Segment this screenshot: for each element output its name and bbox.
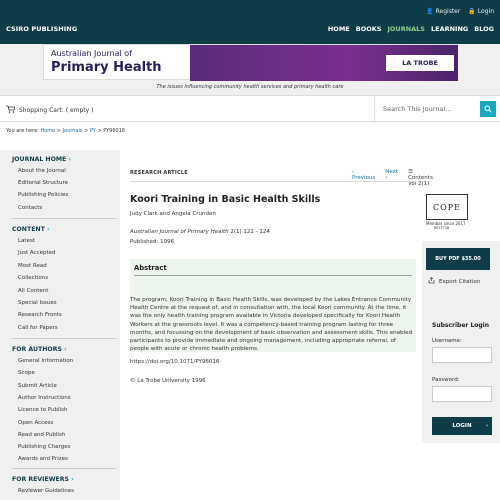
- breadcrumb-journals[interactable]: Journals: [63, 128, 83, 134]
- divider: [130, 181, 416, 182]
- main-nav: HOME BOOKS JOURNALS LEARNING BLOG: [328, 25, 494, 33]
- abstract-divider: [134, 275, 412, 276]
- register-link[interactable]: 👤 Register: [426, 8, 460, 15]
- nav-books[interactable]: BOOKS: [356, 25, 382, 33]
- lock-icon: 🔒: [468, 8, 476, 15]
- latrobe-logo: LA TROBE: [386, 55, 454, 71]
- sidebar-item-reviewer-guidelines[interactable]: Reviewer Guidelines: [18, 488, 74, 494]
- breadcrumb: You are here: Home > Journals > PY > PY9…: [6, 128, 126, 134]
- shopping-cart[interactable]: Shopping Cart: ( empty ): [6, 105, 93, 115]
- sidebar-section-for-authors[interactable]: FOR AUTHORS ›: [0, 346, 67, 353]
- sidebar-item-author-instructions[interactable]: Author Instructions: [18, 395, 71, 401]
- export-citation-link[interactable]: Export Citation: [428, 276, 480, 286]
- sidebar-item-general-information[interactable]: General Information: [18, 358, 73, 364]
- journal-tagline: The issues influencing community health …: [156, 84, 344, 90]
- abstract-text: The program, Koori Training in Basic Hea…: [130, 297, 413, 353]
- banner-area: Australian Journal of Primary Health LA …: [0, 44, 500, 95]
- sidebar-divider: [12, 218, 116, 219]
- login-button[interactable]: LOGIN ›: [432, 417, 492, 435]
- username-label: Username:: [432, 338, 462, 344]
- sidebar-item-collections[interactable]: Collections: [18, 275, 48, 281]
- copyright: © La Trobe University 1996: [130, 378, 206, 384]
- cope-badge[interactable]: COPE Member since 2017 JM13738: [426, 194, 468, 234]
- article-type-label: RESEARCH ARTICLE: [130, 170, 188, 176]
- sidebar-item-licence[interactable]: Licence to Publish: [18, 407, 68, 413]
- user-plus-icon: 👤: [426, 8, 434, 15]
- published-date: Published: 1996: [130, 239, 175, 245]
- issue-pages: 2(1) 121 - 124: [230, 229, 270, 235]
- breadcrumb-home[interactable]: Home: [40, 128, 55, 134]
- sidebar-item-awards[interactable]: Awards and Prizes: [18, 456, 68, 462]
- sidebar-item-contacts[interactable]: Contacts: [18, 205, 42, 211]
- sidebar-item-read-publish[interactable]: Read and Publish: [18, 432, 65, 438]
- abstract-section: Abstract The program, Koori Training in …: [130, 259, 416, 352]
- doi-link[interactable]: https://doi.org/10.1071/PY96016: [130, 359, 219, 365]
- brand-logo[interactable]: CSIRO PUBLISHING: [6, 25, 77, 33]
- sidebar-item-publishing-charges[interactable]: Publishing Charges: [18, 444, 70, 450]
- sidebar-divider: [12, 468, 116, 469]
- top-bar: CSIRO PUBLISHING 👤 Register 🔒 Login HOME B…: [0, 0, 500, 44]
- chevron-right-icon: ›: [485, 423, 488, 429]
- chevron-right-icon: ›: [71, 476, 74, 483]
- sidebar-item-about[interactable]: About the Journal: [18, 168, 66, 174]
- breadcrumb-current: PY96016: [103, 128, 126, 134]
- login-link[interactable]: 🔒 Login: [468, 8, 494, 15]
- buy-pdf-button[interactable]: BUY PDF $35.00: [426, 248, 490, 270]
- journal-name: Australian Journal of Primary Health: [130, 229, 229, 235]
- cope-logo: COPE: [426, 194, 468, 220]
- cope-number: JM13738: [434, 226, 450, 230]
- cart-search-bar: Shopping Cart: ( empty ) Search This Jou…: [0, 95, 500, 123]
- sidebar-item-latest[interactable]: Latest: [18, 238, 35, 244]
- sidebar-item-scope[interactable]: Scope: [18, 370, 35, 376]
- banner-image: LA TROBE: [190, 45, 458, 81]
- sidebar-item-submit-article[interactable]: Submit Article: [18, 383, 57, 389]
- article-title: Koori Training in Basic Health Skills: [130, 194, 321, 205]
- password-field[interactable]: [432, 386, 492, 402]
- sidebar-item-research-fronts[interactable]: Research Fronts: [18, 312, 62, 318]
- chevron-right-icon: ›: [68, 156, 71, 163]
- nav-blog[interactable]: BLOG: [474, 25, 494, 33]
- sidebar-section-for-reviewers[interactable]: FOR REVIEWERS ›: [0, 476, 74, 483]
- previous-link[interactable]: ‹ Previous: [352, 169, 375, 187]
- sidebar-divider: [12, 338, 116, 339]
- sidebar-item-special-issues[interactable]: Special Issues: [18, 300, 57, 306]
- search-button[interactable]: [480, 101, 496, 117]
- username-field[interactable]: [432, 347, 492, 363]
- sidebar-item-open-access[interactable]: Open Access: [18, 420, 53, 426]
- export-icon: [428, 276, 435, 286]
- contents-link[interactable]: ☰ Contents Vol 2(1): [408, 169, 433, 187]
- article-citation: Australian Journal of Primary Health 2(1…: [130, 229, 270, 235]
- journal-title-line2: Primary Health: [51, 60, 162, 75]
- sidebar-item-just-accepted[interactable]: Just Accepted: [18, 250, 56, 256]
- cart-icon: [6, 105, 16, 115]
- sidebar-item-editorial[interactable]: Editorial Structure: [18, 180, 68, 186]
- journal-banner[interactable]: Australian Journal of Primary Health LA …: [43, 44, 458, 81]
- account-links: 👤 Register 🔒 Login: [426, 8, 494, 15]
- subscriber-login-heading: Subscriber Login: [432, 322, 490, 329]
- article-pager: ‹ Previous Next › ☰ Contents Vol 2(1): [352, 169, 433, 187]
- breadcrumb-py[interactable]: PY: [90, 128, 96, 134]
- journal-title-line1: Australian Journal of: [51, 49, 132, 58]
- sidebar-section-content[interactable]: CONTENT ›: [0, 226, 50, 233]
- sidebar-item-policies[interactable]: Publishing Policies: [18, 192, 68, 198]
- cart-label: Shopping Cart: ( empty ): [19, 106, 94, 114]
- password-label: Password:: [432, 377, 460, 383]
- nav-learning[interactable]: LEARNING: [431, 25, 468, 33]
- nav-home[interactable]: HOME: [328, 25, 350, 33]
- search-icon: [484, 105, 492, 113]
- sidebar: JOURNAL HOME › About the Journal Editori…: [0, 150, 120, 500]
- article-authors[interactable]: Judy Clark and Angela Crunden: [130, 211, 216, 217]
- abstract-heading: Abstract: [134, 264, 167, 272]
- sidebar-item-all-content[interactable]: All Content: [18, 288, 48, 294]
- chevron-right-icon: ›: [46, 226, 50, 233]
- chevron-right-icon: ›: [64, 346, 67, 353]
- sidebar-section-journal-home[interactable]: JOURNAL HOME ›: [0, 156, 71, 163]
- search-input[interactable]: Search This Journal...: [374, 96, 480, 123]
- nav-journals[interactable]: JOURNALS: [387, 25, 425, 33]
- sidebar-item-call-for-papers[interactable]: Call for Papers: [18, 325, 58, 331]
- next-link[interactable]: Next ›: [385, 169, 398, 187]
- sidebar-item-most-read[interactable]: Most Read: [18, 263, 47, 269]
